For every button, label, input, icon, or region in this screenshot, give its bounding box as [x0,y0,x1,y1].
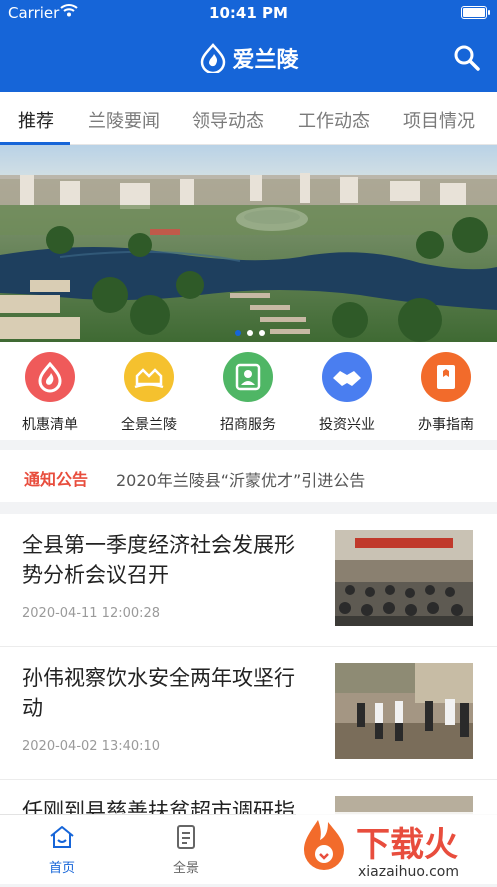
quick-link-label: 全景兰陵 [121,417,177,433]
watermark-url: xiazaihuo.com [358,864,459,880]
category-tabs: 推荐 兰陵要闻 领导动态 工作动态 项目情况 [0,92,497,145]
news-time: 2020-04-02 13:40:10 [22,739,161,754]
quick-link-label: 招商服务 [220,417,276,433]
document-icon [177,825,195,849]
quick-links: 机惠清单 全景兰陵 招商服务 投资兴业 办事指南 [0,342,497,440]
flame-icon [25,352,75,402]
city-aerial-image [0,145,497,342]
tab-panorama[interactable]: 全景 [146,823,226,876]
status-bar: Carrier 10:41 PM [0,0,497,24]
notice-text[interactable]: 2020年兰陵县“沂蒙优才”引进公告 [116,467,365,491]
carousel-dot[interactable] [259,330,265,336]
tab-projects[interactable]: 项目情况 [403,107,475,133]
quick-link-label: 机惠清单 [22,417,78,433]
banner-carousel[interactable] [0,145,497,342]
quick-link-invest-business[interactable]: 投资兴业 [297,352,397,434]
app-title: 爱兰陵 [232,48,299,73]
quick-link-label: 办事指南 [418,417,474,433]
quick-link-guide[interactable]: 办事指南 [396,352,496,434]
top-navbar: 爱兰陵 [0,24,497,92]
quick-link-label: 投资兴业 [319,417,375,433]
carousel-dot[interactable] [235,330,241,336]
tab-leader-updates[interactable]: 领导动态 [192,107,264,133]
watermark-logo: 下载火 xiazaihuo.com [296,812,497,883]
tab-panorama-label: 全景 [172,861,199,876]
flame-drop-icon [201,43,226,73]
news-list: 全县第一季度经济社会发展形势分析会议召开 2020-04-11 12:00:28… [0,514,497,814]
tab-lanling-news[interactable]: 兰陵要闻 [88,107,160,133]
news-item[interactable]: 孙伟视察饮水安全两年攻坚行动 2020-04-02 13:40:10 [0,647,497,780]
quick-link-panorama[interactable]: 全景兰陵 [99,352,199,434]
guide-icon [421,352,471,402]
news-item[interactable]: 任刚到县慈善扶贫超市调研指导 [0,780,497,814]
battery-icon [461,6,490,19]
watermark-text: 下载火 [356,825,458,865]
quick-link-benefits[interactable]: 机惠清单 [0,352,100,434]
tab-recommend[interactable]: 推荐 [18,107,54,133]
news-thumbnail [335,530,473,626]
clock: 10:41 PM [209,4,288,22]
search-icon[interactable] [453,44,481,72]
news-thumbnail [335,663,473,759]
notice-bar[interactable]: 通知公告 2020年兰陵县“沂蒙优才”引进公告 [0,450,497,502]
news-title: 任刚到县慈善扶贫超市调研指导 [22,799,295,814]
panorama-icon [124,352,174,402]
carousel-dot[interactable] [247,330,253,336]
notice-tag: 通知公告 [24,470,89,489]
tab-home[interactable]: 首页 [22,823,102,876]
quick-link-investment-service[interactable]: 招商服务 [198,352,298,434]
carousel-dots [232,321,268,340]
tab-work-updates[interactable]: 工作动态 [298,107,370,133]
news-title: 全县第一季度经济社会发展形势分析会议召开 [22,533,295,587]
news-title: 孙伟视察饮水安全两年攻坚行动 [22,666,295,720]
app-brand: 爱兰陵 [0,42,497,74]
tab-home-label: 首页 [48,861,75,876]
person-card-icon [223,352,273,402]
home-icon [50,826,74,848]
handshake-icon [322,352,372,402]
news-time: 2020-04-11 12:00:28 [22,606,161,621]
news-item[interactable]: 全县第一季度经济社会发展形势分析会议召开 2020-04-11 12:00:28 [0,514,497,647]
